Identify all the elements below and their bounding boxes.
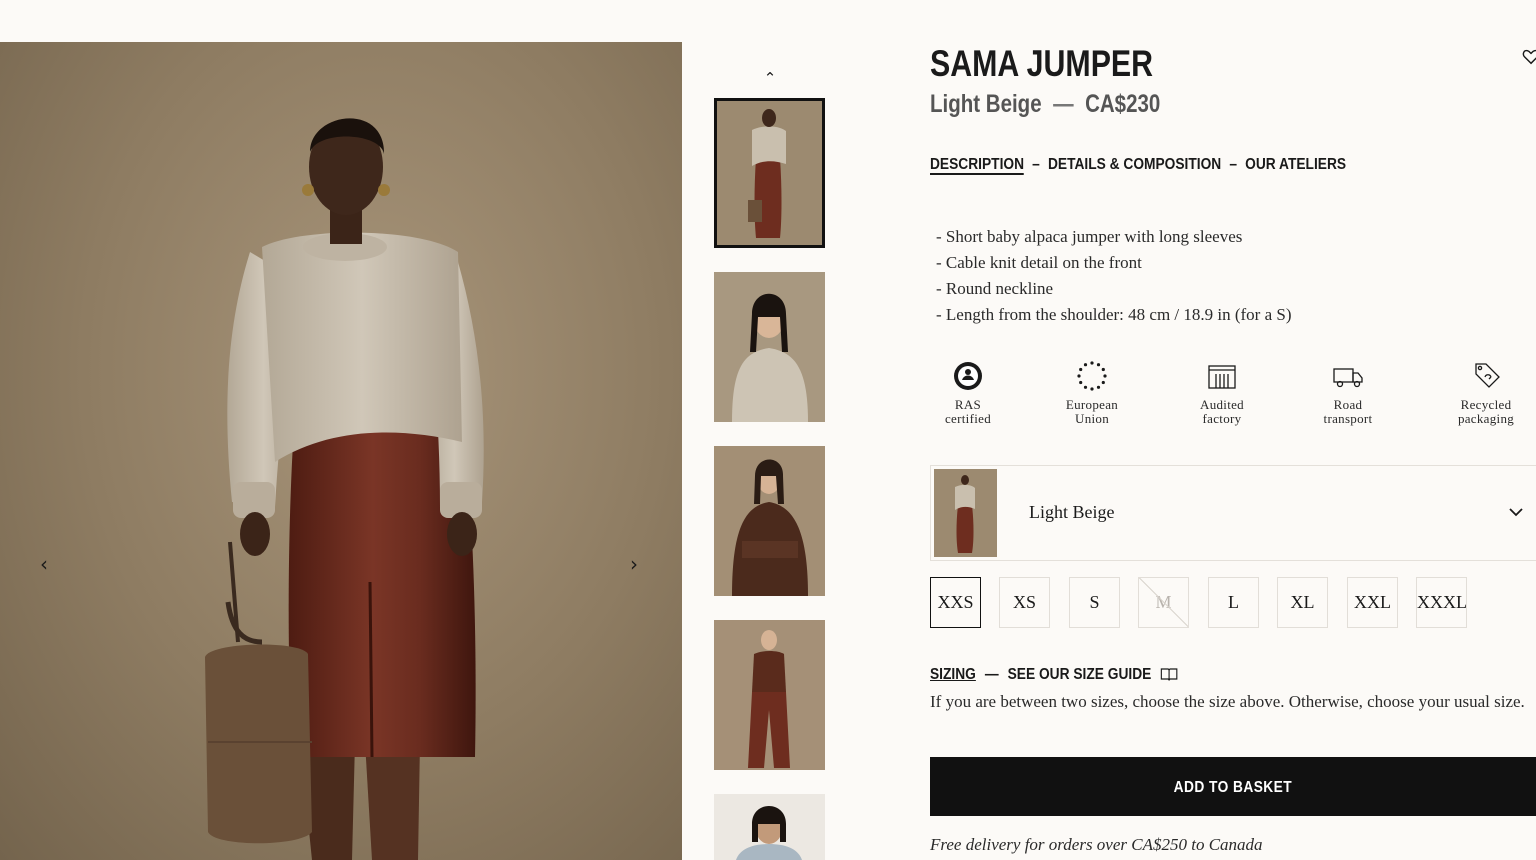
main-product-image[interactable]: ‹ › [0, 42, 682, 860]
thumbnail-image [714, 98, 825, 248]
badge-label-line1: RAS [954, 397, 982, 412]
description-item: - Short baby alpaca jumper with long sle… [936, 227, 1243, 246]
swatch-photo [934, 469, 997, 557]
product-title: SAMA JUMPER [930, 43, 1154, 84]
chevron-down-icon [1509, 508, 1523, 517]
size-button-xs[interactable]: XS [999, 577, 1050, 628]
tab-our-ateliers[interactable]: OUR ATELIERS [1245, 156, 1346, 173]
thumbnail-2[interactable] [714, 272, 825, 422]
size-button-xxs[interactable]: XXS [930, 577, 981, 628]
thumbnail-5[interactable] [714, 794, 825, 860]
description-item: - Length from the shoulder: 48 cm / 18.9… [936, 305, 1292, 324]
thumbnail-4[interactable] [714, 620, 825, 770]
chevron-left-icon: ‹ [40, 552, 48, 576]
color-select-value: Light Beige [1029, 502, 1115, 522]
badge-ras-certified: RAS certified [918, 360, 1018, 426]
thumbnails-up-button[interactable]: ⌃ [760, 68, 780, 88]
badge-label-line2: Union [1075, 411, 1109, 426]
badge-label-line2: certified [944, 411, 991, 426]
badge-label-line1: Road [1333, 397, 1363, 412]
carousel-next-button[interactable]: › [624, 552, 644, 576]
tab-separator: – [1229, 156, 1238, 173]
badge-label-line1: Audited [1200, 397, 1244, 412]
description-item: - Round neckline [936, 279, 1054, 298]
tab-details-composition[interactable]: DETAILS & COMPOSITION [1048, 156, 1221, 173]
color-select-dropdown[interactable]: Light Beige [930, 465, 1536, 561]
tab-separator: – [1032, 156, 1040, 173]
badge-label-line1: European [1065, 397, 1119, 412]
carousel-prev-button[interactable]: ‹ [34, 552, 54, 576]
ras-certified-icon [954, 362, 982, 390]
size-button-xxxl[interactable]: XXXL [1416, 577, 1467, 628]
size-button-m[interactable]: M [1138, 577, 1189, 628]
thumbnail-1[interactable] [714, 98, 825, 248]
eu-stars-icon [1077, 361, 1107, 391]
product-info-tabs: DESCRIPTION – DETAILS & COMPOSITION – OU… [930, 153, 1346, 177]
badge-label-line2: transport [1323, 411, 1373, 426]
size-button-s[interactable]: S [1069, 577, 1120, 628]
recycled-tag-icon [1475, 363, 1500, 388]
badge-audited-factory: Audited factory [1172, 360, 1272, 426]
thumbnail-image [714, 794, 825, 860]
sizing-label: SIZING [930, 666, 976, 683]
size-button-xxl[interactable]: XXL [1347, 577, 1398, 628]
add-to-basket-label: ADD TO BASKET [1173, 779, 1293, 796]
description-list: - Short baby alpaca jumper with long sle… [936, 224, 1292, 328]
product-price: CA$230 [1085, 90, 1161, 118]
thumbnail-image [714, 620, 825, 770]
add-to-basket-button[interactable]: ADD TO BASKET [930, 757, 1536, 816]
color-price-line: Light Beige — CA$230 [930, 88, 1160, 120]
delivery-note: Free delivery for orders over CA$250 to … [930, 835, 1263, 854]
badge-european-union: European Union [1042, 360, 1142, 426]
chevron-up-icon: ⌃ [763, 69, 777, 87]
size-button-xl[interactable]: XL [1277, 577, 1328, 628]
badge-road-transport: Road transport [1298, 360, 1398, 426]
color-swatch-image [934, 469, 997, 557]
thumbnail-image [714, 272, 825, 422]
truck-icon [1333, 368, 1363, 388]
tab-description[interactable]: DESCRIPTION [930, 156, 1025, 175]
book-icon[interactable] [1160, 667, 1178, 681]
product-color: Light Beige [930, 90, 1042, 118]
sizing-help-text: If you are between two sizes, choose the… [930, 692, 1525, 711]
badge-label-line1: Recycled [1460, 397, 1512, 412]
thumbnail-image [714, 446, 825, 596]
badge-label-line2: factory [1202, 411, 1242, 426]
badge-label-line2: packaging [1457, 411, 1515, 426]
badge-recycled-packaging: Recycled packaging [1436, 360, 1536, 426]
model-photo-illustration [205, 118, 484, 860]
chevron-right-icon: › [630, 552, 638, 576]
size-button-l[interactable]: L [1208, 577, 1259, 628]
sizing-separator: — [984, 666, 999, 683]
thumbnail-3[interactable] [714, 446, 825, 596]
size-guide-link[interactable]: SEE OUR SIZE GUIDE [1008, 666, 1152, 683]
heart-icon[interactable] [1522, 48, 1536, 66]
color-price-dash: — [1053, 90, 1074, 118]
factory-icon [1208, 365, 1236, 389]
sizing-row: SIZING — SEE OUR SIZE GUIDE [930, 664, 1178, 686]
description-item: - Cable knit detail on the front [936, 253, 1142, 272]
